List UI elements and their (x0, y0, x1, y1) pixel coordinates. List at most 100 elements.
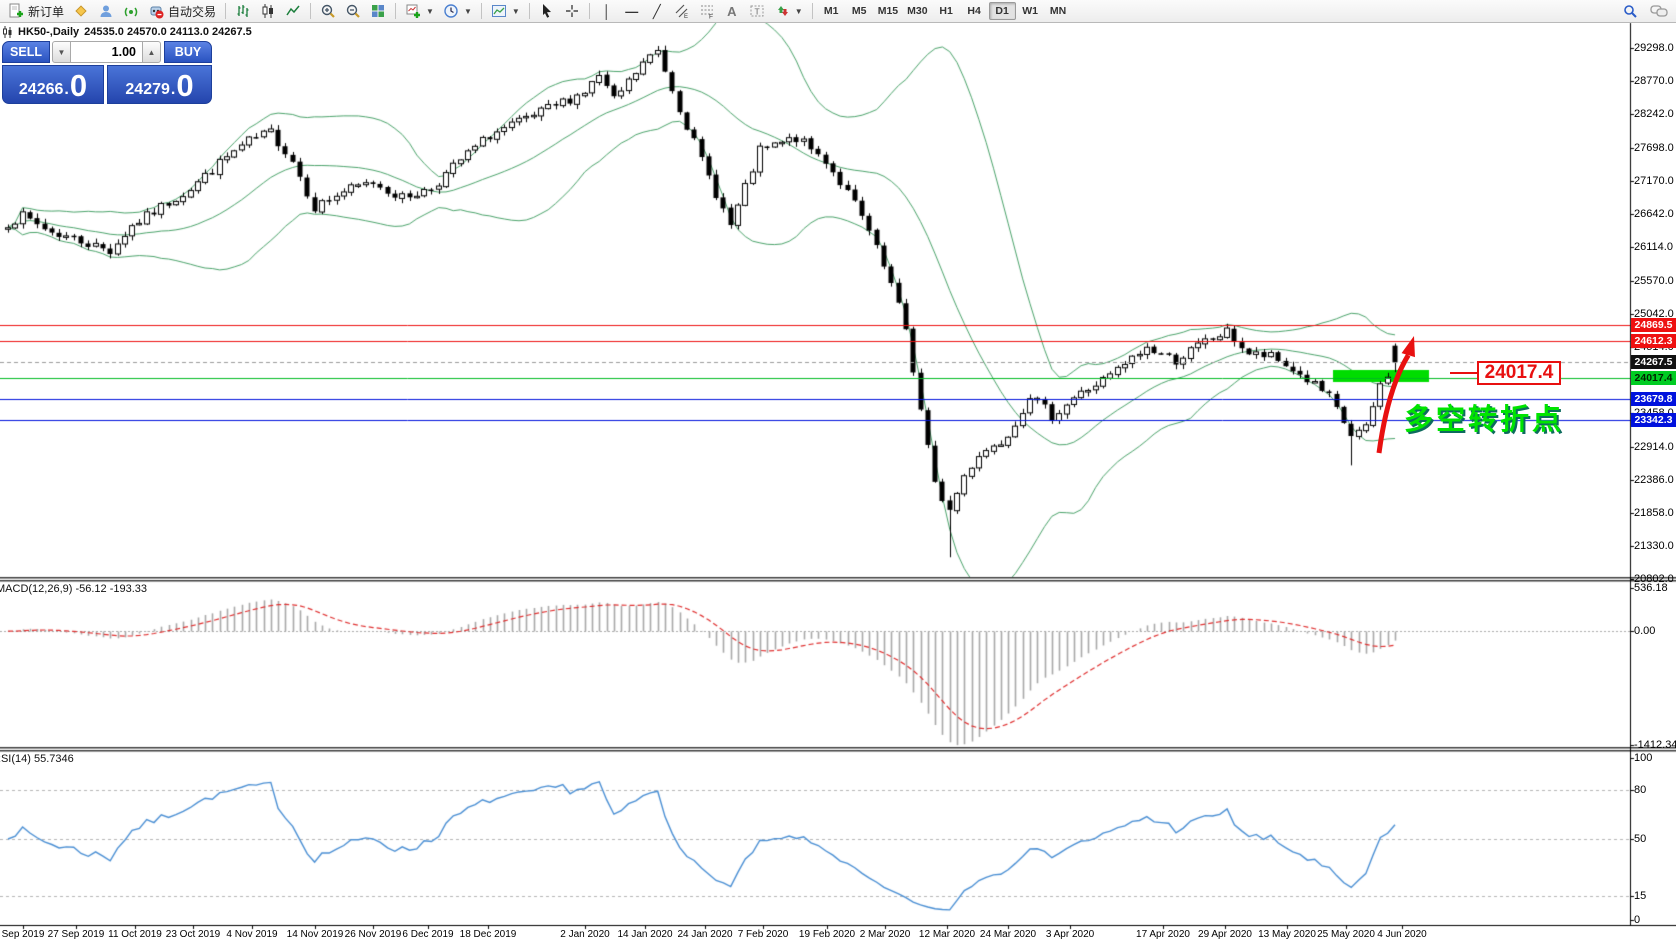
sell-price-main: 24266 (19, 80, 64, 100)
chevron-down-icon: ▼ (58, 48, 66, 57)
time-axis-label: 26 Nov 2019 (345, 929, 402, 940)
sell-price-fraction: 0 (70, 71, 87, 100)
autotrading-icon (148, 3, 164, 19)
new-order-label: 新订单 (28, 3, 64, 20)
svg-text:F: F (709, 14, 713, 20)
timeframe-button-W1[interactable]: W1 (1017, 2, 1044, 20)
buy-price-dot: . (171, 80, 175, 100)
price-badge-24612.3: 24612.3 (1631, 334, 1676, 348)
zoom-in-icon (320, 3, 336, 19)
zoom-out-icon (345, 3, 361, 19)
channel-tool[interactable]: E (670, 1, 694, 21)
price-callout-box[interactable]: 24017.4 (1477, 361, 1561, 385)
time-axis-label: Sep 2019 (2, 929, 45, 940)
bar-chart-button[interactable] (231, 1, 255, 21)
candlestick-chart-button[interactable] (256, 1, 280, 21)
autotrading-label: 自动交易 (168, 3, 216, 20)
buy-price-fraction: 0 (176, 71, 193, 100)
line-chart-button[interactable] (281, 1, 305, 21)
templates-button[interactable]: ▼ (487, 1, 524, 21)
time-axis-label: 14 Nov 2019 (287, 929, 344, 940)
metaquotes-icon (73, 3, 89, 19)
timeframe-button-MN[interactable]: MN (1045, 2, 1072, 20)
price-axis-label: 28770.0 (1634, 75, 1674, 87)
timeframe-button-M15[interactable]: M15 (874, 2, 902, 20)
svg-text:E: E (684, 14, 688, 19)
crosshair-button[interactable] (560, 1, 584, 21)
horizontal-line-icon: — (625, 5, 638, 18)
search-button[interactable] (1618, 1, 1642, 21)
zoom-in-button[interactable] (316, 1, 340, 21)
rsi-axis-label: 100 (1634, 752, 1652, 764)
timeframe-button-D1[interactable]: D1 (989, 2, 1016, 20)
timeframe-button-M5[interactable]: M5 (846, 2, 873, 20)
cursor-button[interactable] (535, 1, 559, 21)
community-button[interactable] (94, 1, 118, 21)
time-axis-label: 12 Mar 2020 (919, 929, 975, 940)
text-label-tool[interactable]: T (745, 1, 769, 21)
macd-axis-label: 536.18 (1634, 582, 1668, 594)
crosshair-icon (564, 3, 580, 19)
new-chart-button[interactable]: ▼ (401, 1, 438, 21)
price-axis-label: 21858.0 (1634, 507, 1674, 519)
vertical-line-tool[interactable]: │ (595, 1, 619, 21)
rsi-axis-label: 50 (1634, 833, 1646, 845)
buy-price-button[interactable]: 24279.0 (107, 65, 212, 104)
buy-button[interactable]: BUY (164, 41, 212, 63)
tile-windows-button[interactable] (366, 1, 390, 21)
time-axis-label: 11 Oct 2019 (108, 929, 162, 940)
text-tool[interactable]: A (720, 1, 744, 21)
turning-point-label[interactable]: 多空转折点 (1404, 396, 1564, 438)
chart-title-icon (2, 26, 13, 38)
toolbar-separator (395, 3, 396, 19)
arrows-icon (774, 3, 790, 19)
timeframe-button-M30[interactable]: M30 (903, 2, 931, 20)
volume-input[interactable] (71, 41, 142, 63)
chat-button[interactable] (1646, 1, 1672, 21)
timeframe-button-H4[interactable]: H4 (961, 2, 988, 20)
time-axis-label: 2 Jan 2020 (560, 929, 610, 940)
price-axis-label: 28242.0 (1634, 108, 1674, 120)
time-axis-label: 19 Feb 2020 (799, 929, 855, 940)
text-label-icon: T (749, 3, 765, 19)
toolbar-separator (481, 3, 482, 19)
timeframe-button-M1[interactable]: M1 (818, 2, 845, 20)
channel-icon: E (674, 3, 690, 19)
sell-button[interactable]: SELL (2, 41, 50, 63)
price-badge-23679.8: 23679.8 (1631, 392, 1676, 406)
price-chart-canvas[interactable] (0, 0, 1676, 944)
toolbar-separator (812, 3, 813, 19)
toolbar-right-group (1618, 1, 1672, 21)
buy-price-main: 24279 (125, 80, 170, 100)
timeframe-button-H1[interactable]: H1 (933, 2, 960, 20)
search-icon (1622, 3, 1638, 19)
price-axis-label: 21330.0 (1634, 540, 1674, 552)
metaquotes-button[interactable] (69, 1, 93, 21)
profile-icon (98, 3, 114, 19)
chevron-down-icon: ▼ (426, 7, 434, 16)
volume-decrease-button[interactable]: ▼ (52, 41, 71, 63)
signals-button[interactable] (119, 1, 143, 21)
line-chart-icon (285, 3, 301, 19)
toolbar-separator (310, 3, 311, 19)
horizontal-line-tool[interactable]: — (620, 1, 644, 21)
sell-price-button[interactable]: 24266.0 (2, 65, 104, 104)
rsi-axis-label: 80 (1634, 784, 1646, 796)
chevron-up-icon: ▲ (148, 48, 156, 57)
price-badge-23342.3: 23342.3 (1631, 413, 1676, 427)
autotrading-button[interactable]: 自动交易 (144, 1, 220, 21)
time-axis-label: 23 Oct 2019 (166, 929, 220, 940)
arrows-tool[interactable]: ▼ (770, 1, 807, 21)
time-axis-label: 13 May 2020 (1258, 929, 1316, 940)
time-axis-label: 18 Dec 2019 (460, 929, 517, 940)
fibonacci-tool[interactable]: F (695, 1, 719, 21)
price-axis-label: 29298.0 (1634, 42, 1674, 54)
vertical-line-icon: │ (603, 5, 611, 18)
tile-windows-icon (370, 3, 386, 19)
periods-button[interactable]: ▼ (439, 1, 476, 21)
trendline-tool[interactable]: ╱ (645, 1, 669, 21)
new-order-button[interactable]: 新订单 (4, 1, 68, 21)
volume-increase-button[interactable]: ▲ (142, 41, 161, 63)
zoom-out-button[interactable] (341, 1, 365, 21)
mt4-window: 新订单 自动交易 (0, 0, 1676, 944)
